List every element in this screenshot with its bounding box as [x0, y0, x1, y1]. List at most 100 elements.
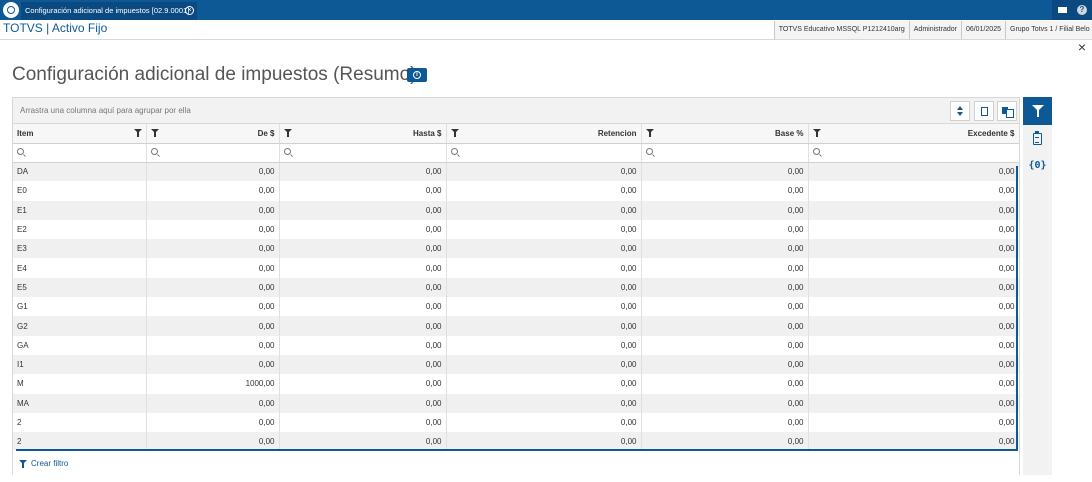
column-header-item[interactable]: Item: [13, 124, 147, 144]
cell-retencion[interactable]: 0,00: [446, 258, 642, 278]
cell-hasta[interactable]: 0,00: [279, 354, 447, 375]
cell-retencion[interactable]: 0,00: [446, 162, 642, 182]
cell-de[interactable]: 0,00: [146, 354, 280, 375]
funnel-icon[interactable]: [150, 129, 159, 137]
help-button[interactable]: ?: [1072, 0, 1092, 20]
cell-excedente[interactable]: 0,00: [808, 219, 1019, 240]
cell-retencion[interactable]: 0,00: [446, 219, 642, 240]
cell-hasta[interactable]: 0,00: [279, 412, 447, 433]
cell-retencion[interactable]: 0,00: [446, 393, 642, 413]
cell-hasta[interactable]: 0,00: [279, 432, 447, 450]
cell-item[interactable]: DA: [13, 162, 147, 182]
cell-excedente[interactable]: 0,00: [808, 277, 1019, 298]
table-row[interactable]: 2 0,00 0,00 0,00 0,00 0,00: [13, 412, 1019, 433]
cell-excedente[interactable]: 0,00: [808, 239, 1019, 259]
cell-hasta[interactable]: 0,00: [279, 200, 447, 220]
cell-de[interactable]: 0,00: [146, 432, 280, 450]
table-row[interactable]: MA 0,00 0,00 0,00 0,00 0,00: [13, 393, 1019, 413]
cell-retencion[interactable]: 0,00: [446, 354, 642, 375]
cell-item[interactable]: 2: [13, 432, 147, 450]
cell-excedente[interactable]: 0,00: [808, 432, 1019, 450]
cell-item[interactable]: M: [13, 374, 147, 394]
cell-excedente[interactable]: 0,00: [808, 335, 1019, 355]
column-header-excedente[interactable]: Excedente $: [808, 124, 1019, 144]
cell-hasta[interactable]: 0,00: [279, 239, 447, 259]
cell-item[interactable]: E1: [13, 200, 147, 220]
cell-item[interactable]: G2: [13, 316, 147, 336]
cell-hasta[interactable]: 0,00: [279, 297, 447, 317]
cell-retencion[interactable]: 0,00: [446, 239, 642, 259]
filter-de-input[interactable]: [146, 143, 280, 163]
filter-panel-button[interactable]: [1023, 97, 1052, 125]
table-row[interactable]: E0 0,00 0,00 0,00 0,00 0,00: [13, 181, 1019, 201]
cell-de[interactable]: 0,00: [146, 239, 280, 259]
table-row[interactable]: 2 0,00 0,00 0,00 0,00 0,00: [13, 432, 1019, 450]
funnel-icon[interactable]: [283, 129, 292, 137]
cell-excedente[interactable]: 0,00: [808, 258, 1019, 278]
export-button[interactable]: [974, 101, 994, 121]
cell-item[interactable]: E4: [13, 258, 147, 278]
cell-de[interactable]: 0,00: [146, 412, 280, 433]
cell-de[interactable]: 0,00: [146, 316, 280, 336]
table-row[interactable]: GA 0,00 0,00 0,00 0,00 0,00: [13, 335, 1019, 355]
cell-base[interactable]: 0,00: [641, 219, 809, 240]
cell-base[interactable]: 0,00: [641, 354, 809, 375]
table-row[interactable]: E2 0,00 0,00 0,00 0,00 0,00: [13, 219, 1019, 240]
cell-hasta[interactable]: 0,00: [279, 258, 447, 278]
cell-base[interactable]: 0,00: [641, 162, 809, 182]
filter-hasta-input[interactable]: [279, 143, 447, 163]
table-row[interactable]: E1 0,00 0,00 0,00 0,00 0,00: [13, 200, 1019, 220]
copy-button[interactable]: [997, 101, 1017, 121]
cell-base[interactable]: 0,00: [641, 393, 809, 413]
cell-retencion[interactable]: 0,00: [446, 374, 642, 394]
funnel-icon[interactable]: [450, 129, 459, 137]
cell-base[interactable]: 0,00: [641, 412, 809, 433]
cell-hasta[interactable]: 0,00: [279, 181, 447, 201]
cell-retencion[interactable]: 0,00: [446, 277, 642, 298]
table-row[interactable]: G2 0,00 0,00 0,00 0,00 0,00: [13, 316, 1019, 336]
cell-de[interactable]: 0,00: [146, 219, 280, 240]
cell-de[interactable]: 0,00: [146, 162, 280, 182]
cell-excedente[interactable]: 0,00: [808, 412, 1019, 433]
cell-base[interactable]: 0,00: [641, 374, 809, 394]
table-row[interactable]: E3 0,00 0,00 0,00 0,00 0,00: [13, 239, 1019, 259]
cell-item[interactable]: GA: [13, 335, 147, 355]
cell-base[interactable]: 0,00: [641, 181, 809, 201]
cell-base[interactable]: 0,00: [641, 200, 809, 220]
cell-item[interactable]: G1: [13, 297, 147, 317]
table-viewport[interactable]: Item De $ Hasta $ Retencion Base % Exced…: [13, 124, 1019, 450]
cell-hasta[interactable]: 0,00: [279, 393, 447, 413]
group-panel[interactable]: Arrastra una columna aquí para agrupar p…: [13, 98, 1019, 124]
cell-retencion[interactable]: 0,00: [446, 297, 642, 317]
cell-base[interactable]: 0,00: [641, 316, 809, 336]
cell-item[interactable]: E0: [13, 181, 147, 201]
cell-de[interactable]: 1000,00: [146, 374, 280, 394]
cell-item[interactable]: MA: [13, 393, 147, 413]
cell-hasta[interactable]: 0,00: [279, 335, 447, 355]
cell-de[interactable]: 0,00: [146, 258, 280, 278]
column-header-base[interactable]: Base %: [641, 124, 809, 144]
cell-item[interactable]: E5: [13, 277, 147, 298]
cell-excedente[interactable]: 0,00: [808, 393, 1019, 413]
cell-excedente[interactable]: 0,00: [808, 374, 1019, 394]
cell-retencion[interactable]: 0,00: [446, 181, 642, 201]
cell-excedente[interactable]: 0,00: [808, 162, 1019, 182]
cell-de[interactable]: 0,00: [146, 200, 280, 220]
cell-item[interactable]: E3: [13, 239, 147, 259]
table-row[interactable]: G1 0,00 0,00 0,00 0,00 0,00: [13, 297, 1019, 317]
cell-item[interactable]: E2: [13, 219, 147, 240]
cell-base[interactable]: 0,00: [641, 277, 809, 298]
sort-button[interactable]: [950, 101, 970, 121]
variables-button[interactable]: {0}: [1023, 151, 1052, 179]
cell-excedente[interactable]: 0,00: [808, 354, 1019, 375]
cell-excedente[interactable]: 0,00: [808, 316, 1019, 336]
tab-close-icon[interactable]: ×: [185, 6, 194, 15]
filter-item-input[interactable]: [13, 143, 147, 163]
funnel-icon[interactable]: [133, 129, 142, 137]
cell-item[interactable]: I1: [13, 354, 147, 375]
column-header-hasta[interactable]: Hasta $: [279, 124, 447, 144]
cell-excedente[interactable]: 0,00: [808, 181, 1019, 201]
app-logo-icon[interactable]: [3, 2, 19, 18]
filter-base-input[interactable]: [641, 143, 809, 163]
table-row[interactable]: DA 0,00 0,00 0,00 0,00 0,00: [13, 162, 1019, 182]
